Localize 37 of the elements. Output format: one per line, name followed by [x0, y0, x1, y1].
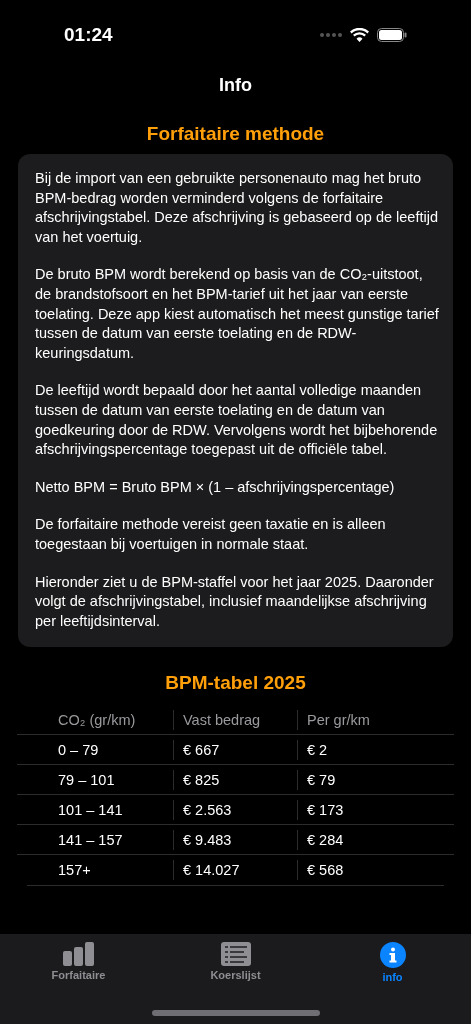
table-cell-text: 141 – 157: [57, 830, 124, 850]
table-cell-text: 157+: [57, 860, 92, 880]
info-icon: [379, 942, 406, 968]
tab-bar-item[interactable]: Forfaitaire: [18, 942, 139, 988]
table-cell-text: 79 – 101: [57, 770, 116, 790]
table-cell: € 825: [173, 769, 297, 790]
table-cell: € 14.027: [173, 859, 297, 880]
column-header: Vast bedrag: [173, 709, 297, 730]
tab-bar-item[interactable]: Koerslijst: [175, 942, 296, 988]
wifi-icon: [350, 28, 369, 42]
bar-chart-icon: [62, 942, 95, 966]
table-cell: € 173: [297, 799, 454, 820]
table-cell: € 79: [297, 769, 454, 790]
table-cell: € 284: [297, 829, 454, 850]
column-header: CO₂ (gr/km): [57, 710, 137, 730]
paragraph: Hieronder ziet u de BPM-staffel voor het jaar 2025. Daaronder volgt de afschrijvingstabel, inclusief maandelijkse afschrijving per leeftijdsinterval.: [35, 572, 435, 631]
list-icon: [220, 942, 251, 966]
status-time: 01:24: [64, 24, 113, 46]
section-heading: Forfaitaire methode: [145, 122, 326, 146]
table-cell: € 2.563: [173, 799, 297, 820]
table-cell: € 2: [297, 739, 454, 760]
paragraph: De leeftijd wordt bepaald door het aantal volledige maanden tussen de datum van eerste toelating en de datum van goedkeuring door de RDW. Vervolgens wordt het bijbehorende afschrijvingspercentage toegepast uit de officiële tabel.: [35, 381, 439, 460]
table-cell-text: 0 – 79: [57, 740, 100, 760]
battery-icon: [377, 28, 407, 42]
paragraph: De forfaitaire methode vereist geen taxatie en is alleen toegestaan bij voertuigen in normale staat.: [35, 515, 387, 554]
signal-icon: [320, 33, 342, 37]
screen-title: Info: [219, 74, 252, 96]
column-header: Per gr/km: [297, 709, 454, 730]
table-cell-text: 101 – 141: [57, 800, 124, 820]
table-cell: € 9.483: [173, 829, 297, 850]
tab-bar-item[interactable]: info: [332, 942, 453, 988]
table-cell: € 568: [297, 859, 454, 880]
table-cell: € 667: [173, 739, 297, 760]
paragraph: De bruto BPM wordt berekend op basis van de CO₂-uitstoot, de brandstofsoort en het BPM-tarief uit het jaar van eerste toelating. Deze app kiest automatisch het meest gunstige tarief tussen de datum van eerste toelating en de RDW-keuringsdatum.: [35, 265, 439, 363]
table-heading: BPM-tabel 2025: [164, 671, 307, 696]
paragraph: Bij de import van een gebruikte personenauto mag het bruto BPM-bedrag worden verminderd volgens de forfaitaire afschrijvingstabel. Deze afschrijving is gebaseerd op de leeftijd van het voertuig.: [35, 169, 439, 247]
paragraph: Netto BPM = Bruto BPM × (1 – afschrijvingspercentage): [35, 477, 396, 497]
